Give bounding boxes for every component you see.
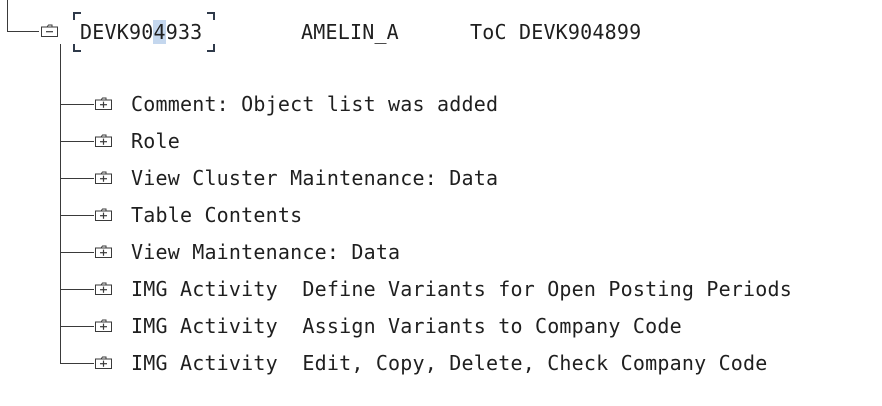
tree-connector-horizontal xyxy=(60,215,94,216)
tree-connector-horizontal xyxy=(60,178,94,179)
tree-item-label: View Cluster Maintenance: Data xyxy=(131,166,499,190)
tree-item-label: IMG Activity Define Variants for Open Po… xyxy=(131,277,793,301)
expand-box-icon[interactable] xyxy=(95,245,113,258)
tree-connector-root-vertical xyxy=(7,0,8,32)
tree-connector-horizontal xyxy=(60,252,94,253)
tree-connector-horizontal xyxy=(60,326,94,327)
tree-connector-root-horizontal xyxy=(7,31,39,32)
tree-connector-horizontal xyxy=(60,104,94,105)
expand-box-icon[interactable] xyxy=(95,319,113,332)
text-cursor: 4 xyxy=(153,20,166,44)
expand-box-icon[interactable] xyxy=(95,282,113,295)
tree-connector-horizontal xyxy=(60,363,94,364)
tree-connector-horizontal xyxy=(60,141,94,142)
tree-item-label: Role xyxy=(131,129,180,153)
tree-connector-children-vertical xyxy=(60,44,61,364)
expand-box-icon[interactable] xyxy=(95,134,113,147)
expand-box-icon[interactable] xyxy=(95,171,113,184)
tree-item-label: Table Contents xyxy=(131,203,303,227)
tree-connector-horizontal xyxy=(60,289,94,290)
tree-item-label: View Maintenance: Data xyxy=(131,240,401,264)
request-number[interactable]: DEVK904933 xyxy=(80,20,202,44)
request-owner: AMELIN_A xyxy=(301,20,399,44)
request-description: ToC DEVK904899 xyxy=(470,20,642,44)
expand-box-icon[interactable] xyxy=(95,208,113,221)
tree-item-label: IMG Activity Assign Variants to Company … xyxy=(131,314,682,338)
expand-box-icon[interactable] xyxy=(95,97,113,110)
tree-item-label: Comment: Object list was added xyxy=(131,92,499,116)
collapse-box-icon[interactable] xyxy=(41,24,59,37)
expand-box-icon[interactable] xyxy=(95,356,113,369)
tree-item-label: IMG Activity Edit, Copy, Delete, Check C… xyxy=(131,351,768,375)
